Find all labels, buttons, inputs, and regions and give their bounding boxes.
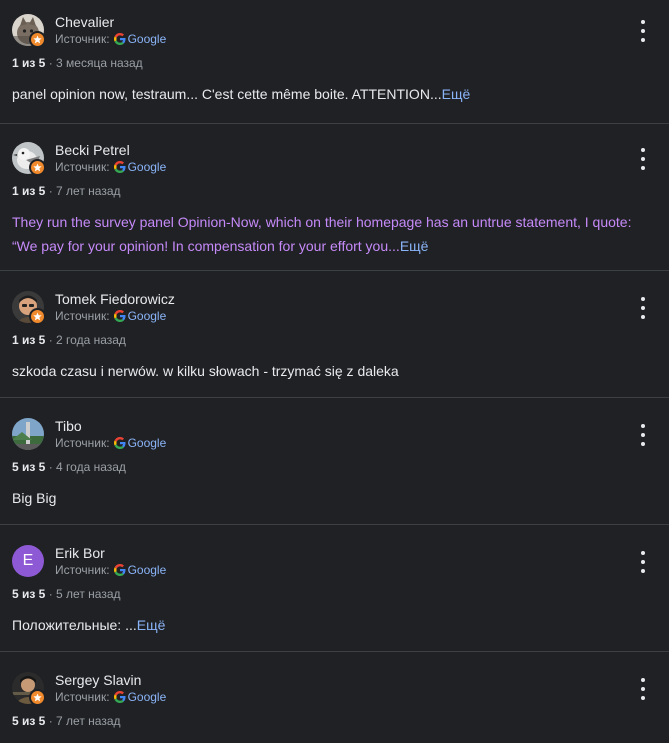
- review-card: Sergey Slavin Источник: Google 5 из 5 · 7…: [0, 652, 669, 743]
- read-more-link[interactable]: Ещё: [137, 617, 166, 633]
- local-guide-badge-icon: [29, 31, 46, 48]
- review-card: Tibo Источник: Google 5 из 5 · 4 года наз…: [0, 398, 669, 525]
- google-g-icon: [113, 691, 126, 703]
- review-author[interactable]: Erik Bor: [55, 545, 105, 561]
- review-header: Chevalier Источник: Google: [12, 14, 657, 56]
- local-guide-badge-icon: [29, 159, 46, 176]
- read-more-link[interactable]: Ещё: [400, 238, 429, 254]
- review-text-ellipsis: ...: [125, 617, 137, 633]
- google-g-icon: [113, 564, 126, 576]
- review-text: panel opinion now, testraum... C'est cet…: [12, 82, 657, 106]
- review-rating: 5 из 5 · 5 лет назад: [12, 587, 657, 607]
- read-more-link[interactable]: Ещё: [442, 86, 471, 102]
- review-card: Becki Petrel Источник: Google 1 из 5 · 7 …: [0, 124, 669, 271]
- review-card: Chevalier Источник: Google 1 из 5 · 3 мес…: [0, 0, 669, 124]
- landscape-photo-avatar-icon: [12, 418, 44, 450]
- review-header: Becki Petrel Источник: Google: [12, 142, 657, 184]
- review-text-body: They run the survey panel Opinion-Now, w…: [12, 214, 632, 254]
- review-text: szkoda czasu i nerwów. w kilku słowach -…: [12, 359, 657, 383]
- review-rating: 5 из 5 · 7 лет назад: [12, 714, 657, 734]
- review-header: Tomek Fiedorowicz Источник: Google: [12, 291, 657, 333]
- review-author[interactable]: Sergey Slavin: [55, 672, 141, 688]
- rating-value: 1 из 5: [12, 333, 46, 347]
- source-label: Источник:: [55, 690, 110, 704]
- avatar[interactable]: [12, 418, 44, 450]
- review-author[interactable]: Chevalier: [55, 14, 114, 30]
- review-rating: 1 из 5 · 3 месяца назад: [12, 56, 657, 76]
- review-text-body: Положительные:: [12, 617, 126, 633]
- avatar[interactable]: [12, 291, 46, 325]
- google-g-icon: [113, 310, 126, 322]
- more-options-button[interactable]: [633, 678, 653, 700]
- source-google: Google: [127, 563, 167, 577]
- review-author[interactable]: Tomek Fiedorowicz: [55, 291, 175, 307]
- review-text: Big Big: [12, 486, 657, 510]
- review-date: · 7 лет назад: [48, 714, 121, 728]
- review-header: Sergey Slavin Источник: Google: [12, 672, 657, 714]
- review-date: · 5 лет назад: [48, 587, 121, 601]
- review-date: · 2 года назад: [48, 333, 126, 347]
- google-g-icon: [113, 161, 126, 173]
- source-label: Источник:: [55, 436, 110, 450]
- local-guide-badge-icon: [29, 308, 46, 325]
- source-label: Источник:: [55, 563, 110, 577]
- source-label: Источник:: [55, 32, 110, 46]
- review-card: Tomek Fiedorowicz Источник: Google 1 из 5…: [0, 271, 669, 398]
- google-g-icon: [113, 33, 126, 45]
- avatar[interactable]: E: [12, 545, 44, 577]
- review-date: · 4 года назад: [48, 460, 126, 474]
- source-label: Источник:: [55, 160, 110, 174]
- review-source: Источник: Google: [55, 32, 166, 46]
- review-card: E Erik Bor Источник: Google 5 из 5 · 5 ле…: [0, 525, 669, 652]
- source-google: Google: [127, 436, 167, 450]
- source-label: Источник:: [55, 309, 110, 323]
- source-google: Google: [127, 32, 167, 46]
- more-options-button[interactable]: [633, 20, 653, 42]
- review-rating: 1 из 5 · 2 года назад: [12, 333, 657, 353]
- rating-value: 5 из 5: [12, 587, 46, 601]
- review-date: · 3 месяца назад: [48, 56, 143, 70]
- rating-value: 1 из 5: [12, 184, 46, 198]
- review-source: Источник: Google: [55, 309, 166, 323]
- review-text-body: szkoda czasu i nerwów. w kilku słowach -…: [12, 363, 399, 379]
- more-options-button[interactable]: [633, 148, 653, 170]
- review-source: Источник: Google: [55, 563, 166, 577]
- review-rating: 5 из 5 · 4 года назад: [12, 460, 657, 480]
- review-text-ellipsis: ...: [388, 238, 400, 254]
- avatar[interactable]: [12, 672, 46, 706]
- more-options-button[interactable]: [633, 297, 653, 319]
- review-author[interactable]: Becki Petrel: [55, 142, 130, 158]
- review-text-body: Big Big: [12, 490, 57, 506]
- google-g-icon: [113, 437, 126, 449]
- more-options-button[interactable]: [633, 551, 653, 573]
- more-options-button[interactable]: [633, 424, 653, 446]
- rating-value: 5 из 5: [12, 714, 46, 728]
- source-google: Google: [127, 309, 167, 323]
- review-text-body: panel opinion now, testraum... C'est cet…: [12, 86, 430, 102]
- rating-value: 1 из 5: [12, 56, 46, 70]
- source-google: Google: [127, 160, 167, 174]
- review-header: E Erik Bor Источник: Google: [12, 545, 657, 587]
- review-source: Источник: Google: [55, 436, 166, 450]
- local-guide-badge-icon: [29, 689, 46, 706]
- avatar[interactable]: [12, 142, 46, 176]
- review-text: Положительные: ...Ещё: [12, 613, 657, 637]
- source-google: Google: [127, 690, 167, 704]
- review-rating: 1 из 5 · 7 лет назад: [12, 184, 657, 204]
- review-author[interactable]: Tibo: [55, 418, 82, 434]
- review-header: Tibo Источник: Google: [12, 418, 657, 460]
- avatar-letter: E: [12, 545, 44, 577]
- review-text: They run the survey panel Opinion-Now, w…: [12, 210, 657, 258]
- avatar[interactable]: [12, 14, 46, 48]
- review-source: Источник: Google: [55, 160, 166, 174]
- review-text-ellipsis: ...: [429, 86, 442, 102]
- rating-value: 5 из 5: [12, 460, 46, 474]
- review-date: · 7 лет назад: [48, 184, 121, 198]
- review-source: Источник: Google: [55, 690, 166, 704]
